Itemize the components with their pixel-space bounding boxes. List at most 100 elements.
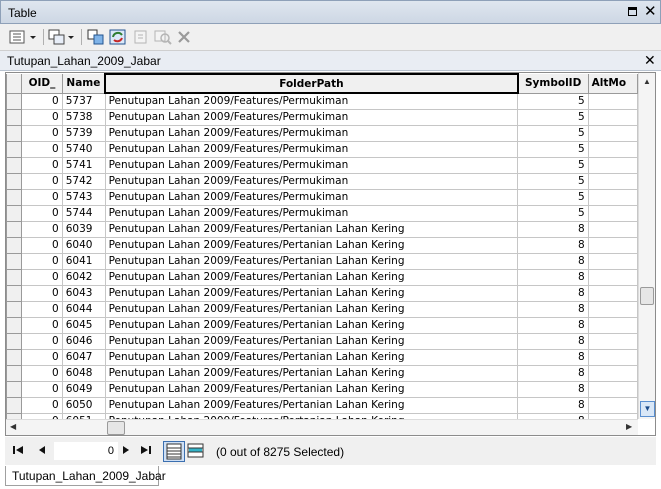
current-record-input[interactable] xyxy=(54,442,118,460)
table-row[interactable]: 0 5737 Penutupan Lahan 2009/Features/Permu… xyxy=(6,92,638,110)
cell-name[interactable]: 6042 xyxy=(61,268,106,286)
row-selector[interactable] xyxy=(6,252,23,270)
cell-altmode[interactable] xyxy=(587,188,638,206)
scroll-left-arrow-icon[interactable]: ◀ xyxy=(10,422,16,431)
cell-oid[interactable]: 0 xyxy=(21,172,63,190)
row-selector[interactable] xyxy=(6,268,23,286)
cell-altmode[interactable] xyxy=(587,364,638,382)
cell-oid[interactable]: 0 xyxy=(21,364,63,382)
show-all-records-button[interactable] xyxy=(163,441,185,462)
row-selector[interactable] xyxy=(6,220,23,238)
cell-altmode[interactable] xyxy=(587,92,638,110)
related-tables-button[interactable] xyxy=(48,28,78,46)
cell-oid[interactable]: 0 xyxy=(21,284,63,302)
cell-altmode[interactable] xyxy=(587,380,638,398)
cell-folderpath[interactable]: Penutupan Lahan 2009/Features/Permukiman xyxy=(104,188,519,206)
scroll-down-arrow-icon[interactable]: ▼ xyxy=(640,401,655,417)
switch-selection-button[interactable] xyxy=(109,28,127,46)
cell-altmode[interactable] xyxy=(587,332,638,350)
row-header-corner[interactable] xyxy=(6,74,23,94)
cell-name[interactable]: 6048 xyxy=(61,364,106,382)
cell-altmode[interactable] xyxy=(587,204,638,222)
table-row[interactable]: 0 5741 Penutupan Lahan 2009/Features/Permu… xyxy=(6,156,638,174)
table-row[interactable]: 0 6047 Penutupan Lahan 2009/Features/Perta… xyxy=(6,348,638,366)
cell-folderpath[interactable]: Penutupan Lahan 2009/Features/Pertanian … xyxy=(104,380,519,398)
last-record-button[interactable] xyxy=(140,445,151,457)
table-row[interactable]: 0 6046 Penutupan Lahan 2009/Features/Perta… xyxy=(6,332,638,350)
column-header-oid[interactable]: OID_ xyxy=(21,74,63,94)
cell-name[interactable]: 6046 xyxy=(61,332,106,350)
cell-symbolid[interactable]: 8 xyxy=(517,284,589,302)
cell-name[interactable]: 5742 xyxy=(61,172,106,190)
cell-folderpath[interactable]: Penutupan Lahan 2009/Features/Pertanian … xyxy=(104,236,519,254)
cell-oid[interactable]: 0 xyxy=(21,332,63,350)
row-selector[interactable] xyxy=(6,300,23,318)
cell-oid[interactable]: 0 xyxy=(21,156,63,174)
table-row[interactable]: 0 5742 Penutupan Lahan 2009/Features/Permu… xyxy=(6,172,638,190)
cell-name[interactable]: 6043 xyxy=(61,284,106,302)
horizontal-scrollbar[interactable]: ◀ ▶ xyxy=(6,419,638,435)
cell-folderpath[interactable]: Penutupan Lahan 2009/Features/Permukiman xyxy=(104,92,519,110)
scroll-right-arrow-icon[interactable]: ▶ xyxy=(626,422,632,431)
vertical-scroll-thumb[interactable] xyxy=(640,287,654,305)
row-selector[interactable] xyxy=(6,284,23,302)
table-row[interactable]: 0 5744 Penutupan Lahan 2009/Features/Permu… xyxy=(6,204,638,222)
cell-name[interactable]: 5743 xyxy=(61,188,106,206)
cell-oid[interactable]: 0 xyxy=(21,204,63,222)
cell-folderpath[interactable]: Penutupan Lahan 2009/Features/Pertanian … xyxy=(104,348,519,366)
table-row[interactable]: 0 5743 Penutupan Lahan 2009/Features/Permu… xyxy=(6,188,638,206)
delete-selected-button[interactable] xyxy=(176,28,192,46)
cell-name[interactable]: 6045 xyxy=(61,316,106,334)
row-selector[interactable] xyxy=(6,124,23,142)
cell-folderpath[interactable]: Penutupan Lahan 2009/Features/Pertanian … xyxy=(104,220,519,238)
row-selector[interactable] xyxy=(6,396,23,414)
cell-name[interactable]: 6040 xyxy=(61,236,106,254)
show-selected-records-button[interactable] xyxy=(187,443,205,459)
clear-selection-button[interactable] xyxy=(132,28,150,46)
cell-name[interactable]: 6050 xyxy=(61,396,106,414)
cell-altmode[interactable] xyxy=(587,156,638,174)
cell-folderpath[interactable]: Penutupan Lahan 2009/Features/Pertanian … xyxy=(104,284,519,302)
cell-oid[interactable]: 0 xyxy=(21,380,63,398)
cell-folderpath[interactable]: Penutupan Lahan 2009/Features/Permukiman xyxy=(104,156,519,174)
previous-record-button[interactable] xyxy=(38,445,46,457)
cell-symbolid[interactable]: 8 xyxy=(517,364,589,382)
cell-oid[interactable]: 0 xyxy=(21,252,63,270)
cell-folderpath[interactable]: Penutupan Lahan 2009/Features/Pertanian … xyxy=(104,316,519,334)
cell-symbolid[interactable]: 5 xyxy=(517,204,589,222)
cell-symbolid[interactable]: 8 xyxy=(517,396,589,414)
cell-altmode[interactable] xyxy=(587,172,638,190)
cell-symbolid[interactable]: 8 xyxy=(517,268,589,286)
cell-name[interactable]: 6047 xyxy=(61,348,106,366)
row-selector[interactable] xyxy=(6,140,23,158)
cell-symbolid[interactable]: 8 xyxy=(517,300,589,318)
cell-symbolid[interactable]: 5 xyxy=(517,188,589,206)
cell-symbolid[interactable]: 8 xyxy=(517,252,589,270)
dock-window-icon[interactable] xyxy=(628,7,637,16)
cell-altmode[interactable] xyxy=(587,108,638,126)
cell-altmode[interactable] xyxy=(587,252,638,270)
close-window-button[interactable]: ✕ xyxy=(644,3,657,21)
row-selector[interactable] xyxy=(6,332,23,350)
row-selector[interactable] xyxy=(6,108,23,126)
close-table-button[interactable]: ✕ xyxy=(644,52,656,69)
select-by-attributes-button[interactable] xyxy=(87,28,105,46)
table-row[interactable]: 0 6048 Penutupan Lahan 2009/Features/Perta… xyxy=(6,364,638,382)
cell-symbolid[interactable]: 5 xyxy=(517,172,589,190)
cell-altmode[interactable] xyxy=(587,300,638,318)
cell-altmode[interactable] xyxy=(587,316,638,334)
cell-oid[interactable]: 0 xyxy=(21,348,63,366)
cell-oid[interactable]: 0 xyxy=(21,124,63,142)
row-selector[interactable] xyxy=(6,236,23,254)
cell-folderpath[interactable]: Penutupan Lahan 2009/Features/Permukiman xyxy=(104,140,519,158)
row-selector[interactable] xyxy=(6,380,23,398)
cell-symbolid[interactable]: 8 xyxy=(517,316,589,334)
cell-altmode[interactable] xyxy=(587,348,638,366)
column-header-folderpath[interactable]: FolderPath xyxy=(104,73,519,94)
cell-oid[interactable]: 0 xyxy=(21,300,63,318)
cell-altmode[interactable] xyxy=(587,396,638,414)
cell-symbolid[interactable]: 8 xyxy=(517,380,589,398)
cell-folderpath[interactable]: Penutupan Lahan 2009/Features/Pertanian … xyxy=(104,396,519,414)
table-row[interactable]: 0 6043 Penutupan Lahan 2009/Features/Perta… xyxy=(6,284,638,302)
row-selector[interactable] xyxy=(6,188,23,206)
